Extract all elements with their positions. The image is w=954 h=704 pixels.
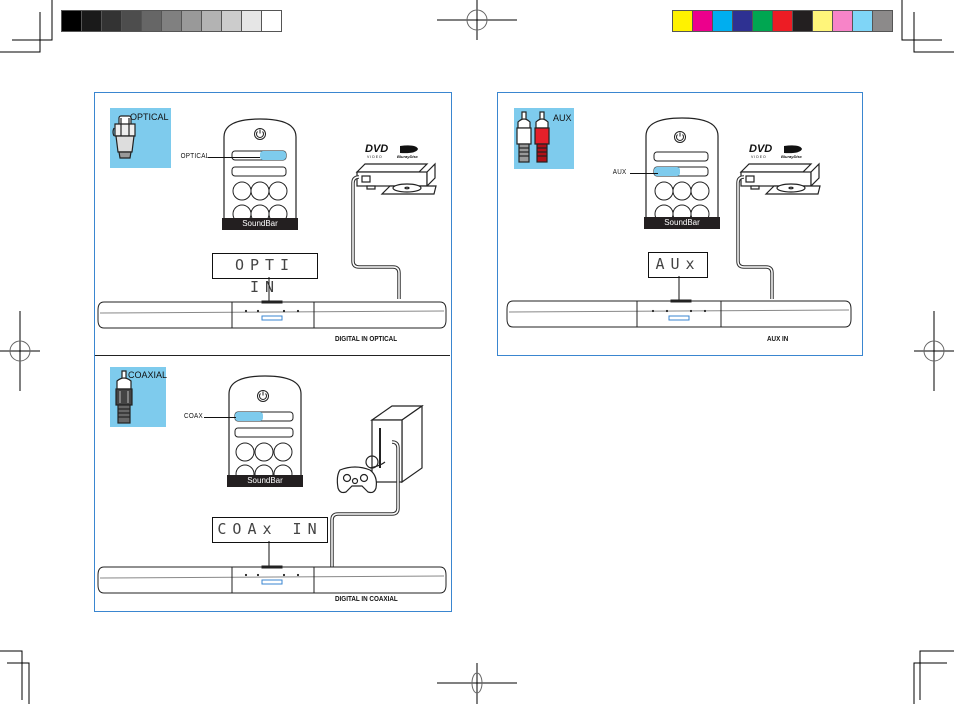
optical-badge-label: OPTICAL	[130, 112, 169, 122]
crop-mark-top-right-inner	[913, 12, 954, 53]
crop-mark-top-left	[12, 0, 53, 41]
svg-text:V I D E O: V I D E O	[367, 155, 382, 159]
soundbar-coaxial	[97, 565, 447, 594]
registration-mark-left	[0, 311, 40, 391]
remote-brand-label: SoundBar	[222, 218, 298, 230]
section-divider	[95, 355, 450, 356]
optical-cable	[351, 175, 401, 299]
soundbar-optical	[97, 300, 447, 329]
aux-cable	[736, 175, 774, 299]
crop-mark-bottom-right-inner	[913, 662, 947, 704]
callout-line	[204, 417, 236, 418]
bluray-logo	[784, 145, 802, 154]
svg-text:BlurayDisc: BlurayDisc	[781, 154, 803, 159]
remote-button-callout-optical: OPTICAL	[180, 153, 210, 160]
crop-mark-bottom-left-inner	[7, 662, 30, 704]
callout-line	[630, 173, 658, 174]
dvd-logo: DVD	[749, 143, 772, 155]
caption-digital-in-coaxial: DIGITAL IN COAXIAL	[335, 596, 398, 603]
soundbar-display-aux: AUx	[648, 252, 708, 278]
crop-mark-bottom-left	[0, 650, 23, 700]
bluray-logo	[400, 145, 418, 154]
remote-button-callout-coax: COAX	[184, 413, 203, 420]
callout-line	[208, 157, 260, 158]
remote-button-callout-aux: AUX	[612, 169, 627, 176]
dvd-logo: DVD	[365, 143, 388, 155]
svg-text:BlurayDisc: BlurayDisc	[397, 154, 419, 159]
remote-control-optical: SoundBar	[222, 117, 298, 230]
crop-mark-top-left-inner	[0, 12, 41, 53]
caption-aux-in: AUX IN	[767, 336, 789, 343]
crop-mark-top-right	[901, 0, 942, 41]
registration-mark-right	[914, 311, 954, 391]
aux-badge-label: AUX	[553, 113, 572, 123]
soundbar-aux	[506, 299, 852, 328]
caption-digital-in-optical: DIGITAL IN OPTICAL	[335, 336, 398, 343]
registration-mark-bottom	[437, 663, 517, 704]
crop-mark-bottom-right	[919, 650, 954, 700]
remote-brand-label: SoundBar	[227, 475, 303, 487]
remote-brand-label: SoundBar	[644, 217, 720, 229]
soundbar-display-coaxial: COAx IN	[212, 517, 328, 543]
coaxial-badge-label: COAXIAL	[128, 370, 168, 380]
registration-mark-top	[437, 0, 517, 40]
remote-control-coaxial: SoundBar	[227, 374, 303, 487]
svg-text:V I D E O: V I D E O	[751, 155, 766, 159]
soundbar-display-optical: OPTI IN	[212, 253, 318, 296]
